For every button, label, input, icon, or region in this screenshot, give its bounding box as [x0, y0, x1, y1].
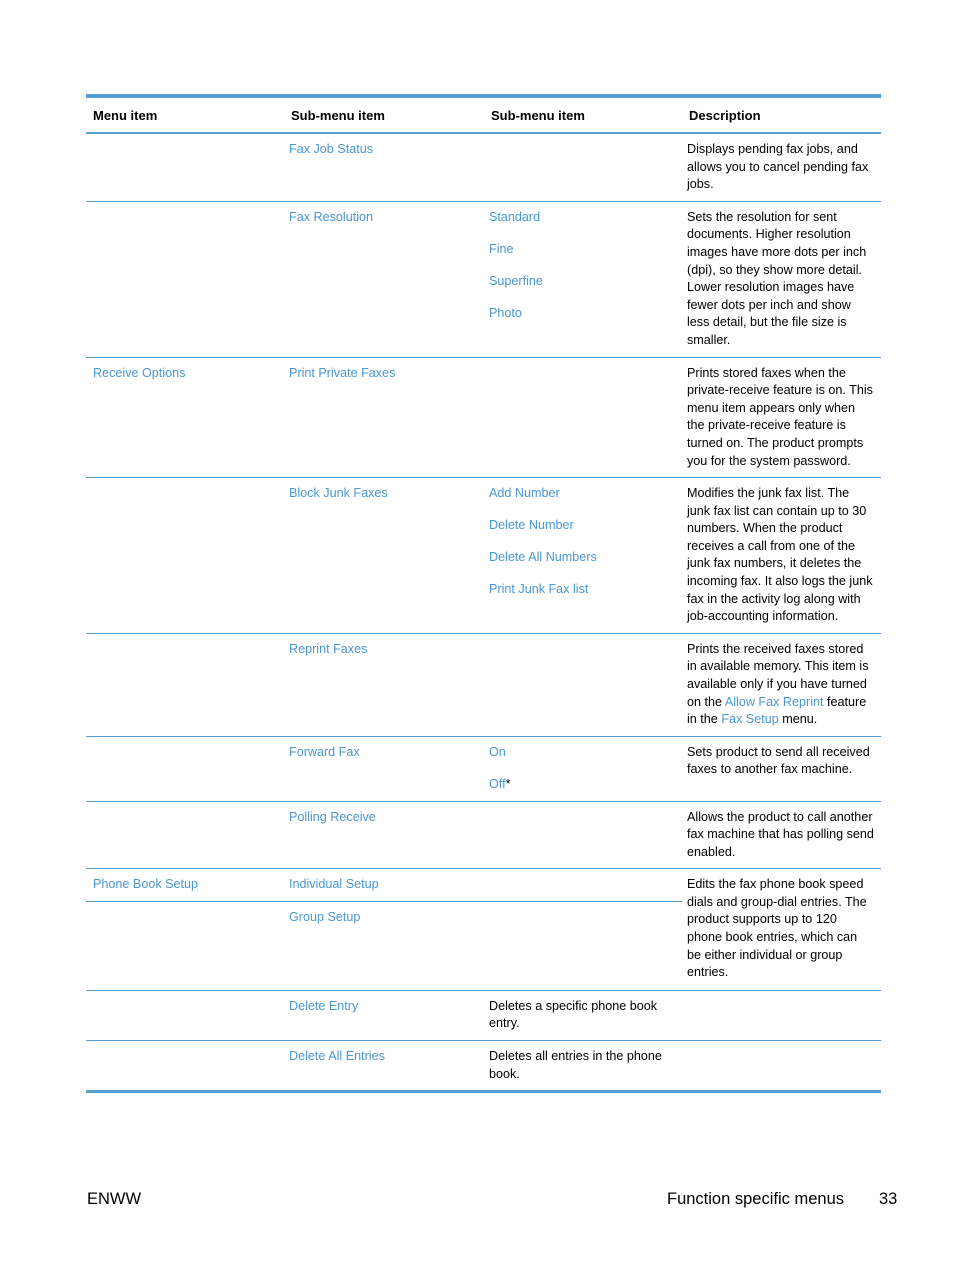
description-cell: Prints the received faxes stored in avai…	[682, 632, 881, 737]
group-setup-link[interactable]: Group Setup	[289, 910, 360, 924]
header-sub-menu-item-2: Sub-menu item	[484, 98, 682, 134]
table-row: Receive Options Print Private Faxes Prin…	[86, 356, 881, 478]
fax-setup-link[interactable]: Fax Setup	[721, 712, 778, 726]
description-cell	[682, 989, 881, 1041]
table-row: Reprint Faxes Prints the received faxes …	[86, 632, 881, 737]
phone-book-setup-link[interactable]: Phone Book Setup	[93, 877, 198, 891]
table-row: Block Junk Faxes Add Number Delete Numbe…	[86, 477, 881, 634]
table-row: Fax Resolution Standard Fine Superfine P…	[86, 200, 881, 358]
sub-menu-cell-2	[484, 900, 682, 991]
print-junk-fax-list-link[interactable]: Print Junk Fax list	[489, 582, 588, 596]
sub-menu-cell: Group Setup	[284, 900, 484, 991]
sub-menu-cell-2	[484, 632, 682, 737]
default-marker: *	[505, 776, 511, 791]
menu-cell: Phone Book Setup	[86, 868, 284, 902]
menu-cell	[86, 1040, 284, 1091]
sub-menu-cell: Print Private Faxes	[284, 356, 484, 478]
header-menu-item: Menu item	[86, 98, 284, 134]
sub-menu-description-cell: Deletes a specific phone book entry.	[484, 989, 682, 1041]
description-cell: Edits the fax phone book speed dials and…	[682, 868, 881, 991]
sub-menu-cell: Polling Receive	[284, 800, 484, 869]
description-text: menu.	[778, 712, 818, 727]
standard-option-link[interactable]: Standard	[489, 210, 540, 224]
menu-cell	[86, 989, 284, 1041]
table-row: Delete Entry Deletes a specific phone bo…	[86, 989, 881, 1041]
table-row: Delete All Entries Deletes all entries i…	[86, 1040, 881, 1091]
menu-cell	[86, 200, 284, 358]
on-option-link[interactable]: On	[489, 745, 506, 759]
sub-menu-cell-2: Add Number Delete Number Delete All Numb…	[484, 477, 682, 634]
description-cell: Allows the product to call another fax m…	[682, 800, 881, 869]
off-option-link[interactable]: Off	[489, 777, 506, 791]
header-sub-menu-item-1: Sub-menu item	[284, 98, 484, 134]
sub-menu-cell: Block Junk Faxes	[284, 477, 484, 634]
sub-menu-cell-2	[484, 868, 682, 902]
description-cell: Sets product to send all received faxes …	[682, 735, 881, 801]
delete-all-entries-link[interactable]: Delete All Entries	[289, 1049, 385, 1063]
menu-table: Menu item Sub-menu item Sub-menu item De…	[86, 94, 881, 1094]
table-row: Phone Book Setup Individual Setup Edits …	[86, 868, 881, 991]
menu-cell: Receive Options	[86, 356, 284, 478]
sub-menu-cell: Individual Setup	[284, 868, 484, 902]
menu-cell	[86, 632, 284, 737]
sub-menu-cell-2	[484, 356, 682, 478]
menu-cell	[86, 133, 284, 201]
table-header-row: Menu item Sub-menu item Sub-menu item De…	[86, 98, 881, 134]
sub-menu-cell: Fax Job Status	[284, 133, 484, 201]
description-cell	[682, 1040, 881, 1091]
footer-locale-code: ENWW	[87, 1190, 142, 1208]
allow-fax-reprint-link[interactable]: Allow Fax Reprint	[725, 695, 824, 709]
sub-menu-cell: Fax Resolution	[284, 200, 484, 358]
sub-menu-cell-2: Standard Fine Superfine Photo	[484, 200, 682, 358]
sub-menu-cell: Forward Fax	[284, 735, 484, 801]
add-number-link[interactable]: Add Number	[489, 486, 560, 500]
page-number: 33	[879, 1190, 898, 1208]
receive-options-link[interactable]: Receive Options	[93, 366, 185, 380]
description-cell: Sets the resolution for sent documents. …	[682, 200, 881, 358]
description-cell: Displays pending fax jobs, and allows yo…	[687, 142, 869, 192]
description-cell: Prints stored faxes when the private-rec…	[682, 356, 881, 478]
print-private-faxes-link[interactable]: Print Private Faxes	[289, 366, 395, 380]
table-row: Polling Receive Allows the product to ca…	[86, 800, 881, 869]
photo-option-link[interactable]: Photo	[489, 306, 522, 320]
menu-cell	[86, 900, 284, 991]
sub-menu-description-cell: Deletes all entries in the phone book.	[484, 1040, 682, 1091]
polling-receive-link[interactable]: Polling Receive	[289, 810, 376, 824]
table-row: Fax Job Status Displays pending fax jobs…	[86, 133, 881, 201]
reprint-faxes-link[interactable]: Reprint Faxes	[289, 642, 367, 656]
menu-cell	[86, 800, 284, 869]
individual-setup-link[interactable]: Individual Setup	[289, 877, 379, 891]
sub-menu-cell-2: On Off*	[484, 735, 682, 801]
delete-number-link[interactable]: Delete Number	[489, 518, 574, 532]
fax-resolution-link[interactable]: Fax Resolution	[289, 210, 373, 224]
menu-cell	[86, 477, 284, 634]
sub-menu-cell: Reprint Faxes	[284, 632, 484, 737]
delete-entry-link[interactable]: Delete Entry	[289, 999, 358, 1013]
sub-menu-cell-2	[484, 133, 682, 201]
menu-cell	[86, 735, 284, 801]
footer-section-title: Function specific menus	[667, 1190, 844, 1208]
description-cell: Modifies the junk fax list. The junk fax…	[682, 477, 881, 634]
delete-all-numbers-link[interactable]: Delete All Numbers	[489, 550, 597, 564]
sub-menu-cell: Delete Entry	[284, 989, 484, 1041]
superfine-option-link[interactable]: Superfine	[489, 274, 543, 288]
fine-option-link[interactable]: Fine	[489, 242, 514, 256]
fax-job-status-link[interactable]: Fax Job Status	[289, 142, 373, 156]
block-junk-faxes-link[interactable]: Block Junk Faxes	[289, 486, 388, 500]
table-row: Forward Fax On Off* Sets product to send…	[86, 735, 881, 801]
forward-fax-link[interactable]: Forward Fax	[289, 745, 360, 759]
header-description: Description	[682, 98, 881, 134]
sub-menu-cell: Delete All Entries	[284, 1040, 484, 1091]
sub-menu-cell-2	[484, 800, 682, 869]
